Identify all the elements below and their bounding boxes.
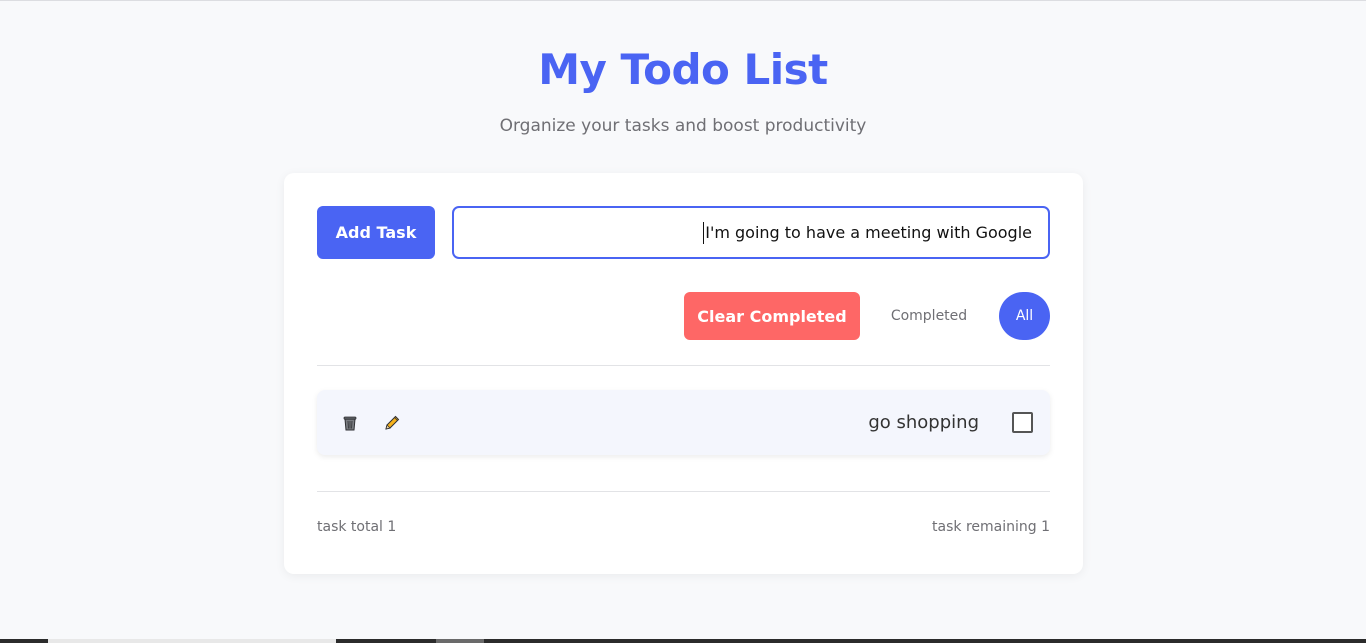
taskbar-strip (0, 639, 1366, 643)
trash-icon[interactable] (341, 414, 359, 432)
task-remaining-label: task remaining 1 (932, 519, 1050, 535)
add-task-button[interactable]: Add Task (317, 206, 435, 259)
task-checkbox[interactable] (1012, 412, 1033, 433)
text-caret (703, 221, 705, 244)
page-subtitle: Organize your tasks and boost productivi… (499, 116, 867, 136)
task-input-value: I'm going to have a meeting with Google (705, 223, 1032, 242)
task-input[interactable]: I'm going to have a meeting with Google (452, 206, 1050, 259)
task-item: go shopping (317, 390, 1050, 455)
page-title: My Todo List (538, 45, 828, 94)
top-divider (0, 0, 1366, 1)
taskbar-segment (48, 639, 336, 643)
todo-card: Add Task I'm going to have a meeting wit… (284, 173, 1083, 574)
page-header: My Todo List Organize your tasks and boo… (0, 42, 1366, 138)
filter-completed-button[interactable]: Completed (880, 292, 978, 340)
clear-completed-button[interactable]: Clear Completed (684, 292, 860, 340)
filter-all-button[interactable]: All (999, 292, 1050, 340)
divider (317, 491, 1050, 492)
taskbar-segment (436, 639, 484, 643)
divider (317, 365, 1050, 366)
task-text: go shopping (868, 412, 979, 433)
task-total-label: task total 1 (317, 519, 397, 535)
pencil-icon[interactable] (383, 414, 401, 432)
